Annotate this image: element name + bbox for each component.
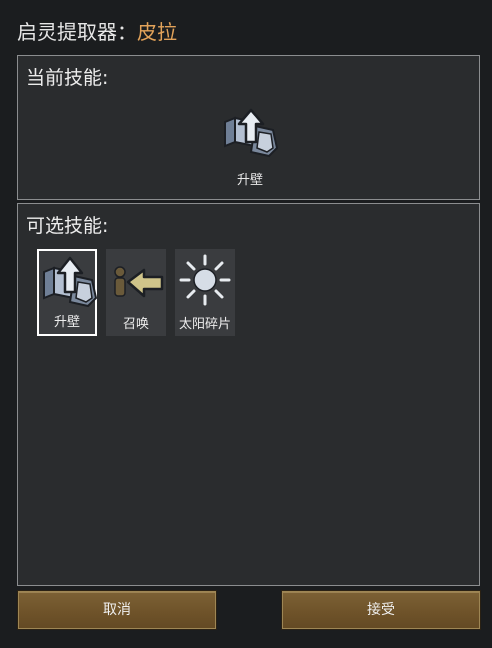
psylink-extractor-dialog: 启灵提取器：皮拉 当前技能: 升壁 可选技能: 升壁 召唤 太阳碎片 取消 接受 bbox=[0, 0, 492, 648]
available-abilities-panel: 可选技能: 升壁 召唤 太阳碎片 bbox=[17, 203, 480, 586]
title-prefix: 启灵提取器： bbox=[17, 20, 137, 44]
current-ability-panel: 当前技能: 升壁 bbox=[17, 55, 480, 200]
ability-option-sun-shard[interactable]: 太阳碎片 bbox=[175, 249, 235, 336]
cancel-button[interactable]: 取消 bbox=[18, 591, 216, 629]
dialog-title: 启灵提取器：皮拉 bbox=[17, 19, 177, 45]
ability-label: 太阳碎片 bbox=[178, 317, 231, 332]
summon-icon bbox=[114, 266, 164, 298]
pawn-name: 皮拉 bbox=[137, 20, 177, 44]
accept-button[interactable]: 接受 bbox=[282, 591, 480, 629]
ability-option-wall-raise[interactable]: 升壁 bbox=[37, 249, 97, 336]
current-ability-label: 升壁 bbox=[236, 173, 263, 188]
available-abilities-header: 可选技能: bbox=[26, 215, 109, 237]
wall-raise-icon bbox=[224, 108, 279, 158]
current-ability: 升壁 bbox=[218, 108, 282, 188]
ability-option-summon[interactable]: 召唤 bbox=[106, 249, 166, 336]
sun-shard-icon bbox=[179, 254, 231, 306]
ability-label: 升壁 bbox=[53, 315, 80, 330]
wall-raise-icon bbox=[43, 256, 97, 308]
current-ability-header: 当前技能: bbox=[26, 67, 109, 89]
ability-label: 召唤 bbox=[122, 317, 149, 332]
